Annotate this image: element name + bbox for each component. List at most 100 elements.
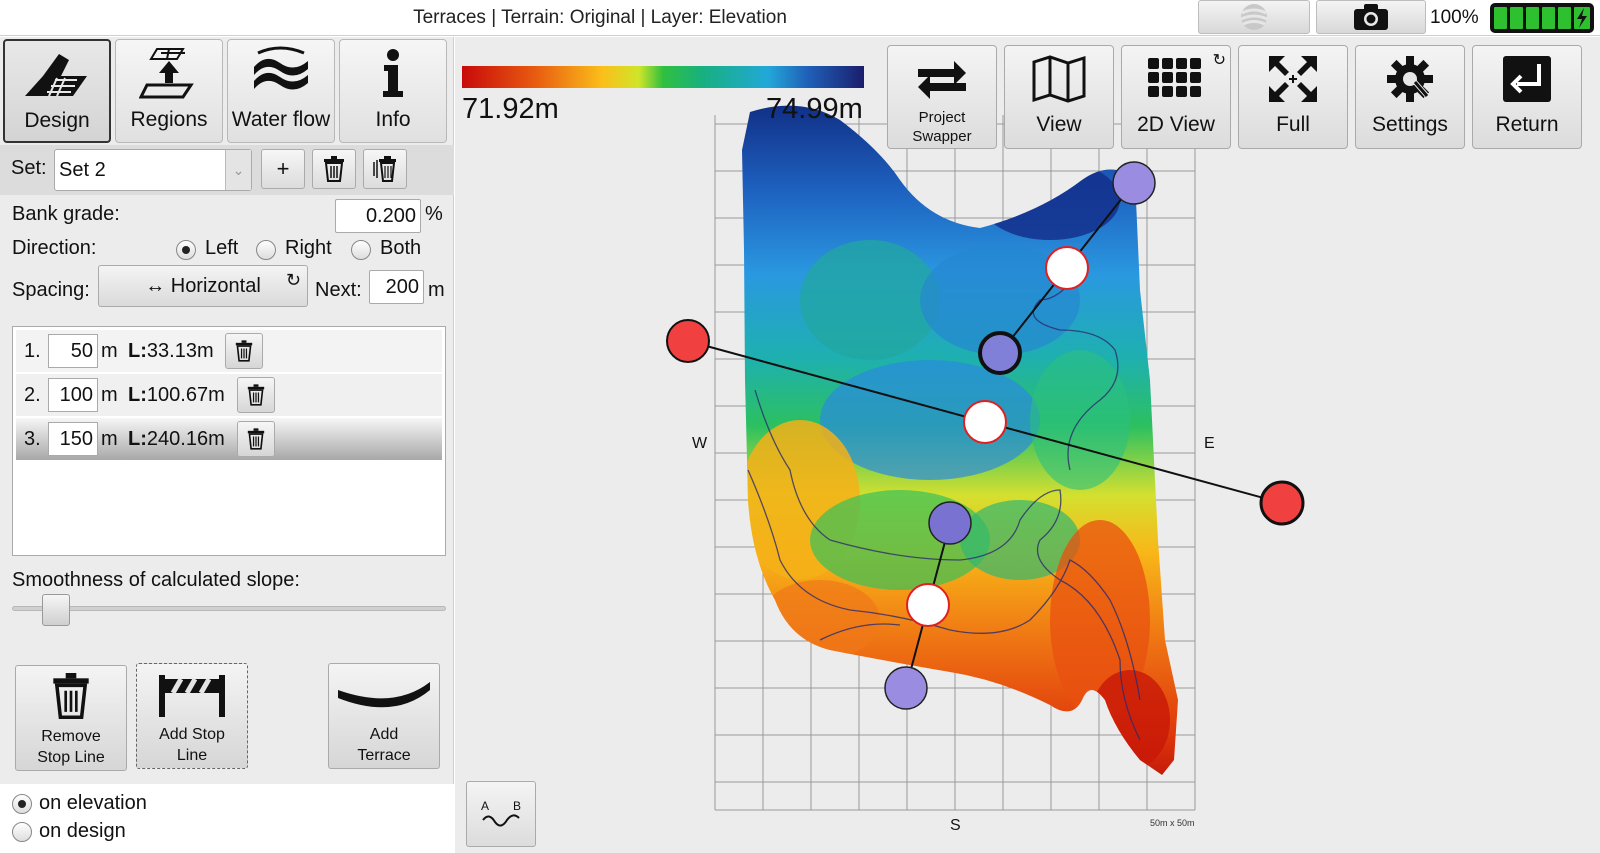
trash-icon xyxy=(235,340,253,362)
terrace-lines-list: 1. 50 m L:33.13m 2. 100 m L:100.67m 3. 1… xyxy=(12,326,446,556)
elevation-surface xyxy=(742,105,1178,776)
line-2-end-handle[interactable] xyxy=(1259,480,1305,526)
next-label: Next: xyxy=(315,279,362,301)
scale-label: 50m x 50m xyxy=(1150,818,1195,828)
line-index: 3. xyxy=(24,428,41,450)
line-1-end-handle[interactable] xyxy=(1112,161,1156,205)
delete-all-sets-button[interactable] xyxy=(363,149,407,189)
line-length-label: L: xyxy=(128,340,147,362)
line-offset-input[interactable]: 100 xyxy=(48,378,98,412)
set-select[interactable]: Set 2 ⌄ xyxy=(54,149,252,191)
line-1-mid-handle[interactable] xyxy=(1045,246,1089,290)
line-offset-unit: m xyxy=(101,384,118,406)
direction-right-radio[interactable] xyxy=(256,240,276,260)
screenshot-button[interactable] xyxy=(1316,0,1426,34)
return-button[interactable]: Return xyxy=(1472,45,1582,149)
next-spacing-input[interactable]: 200 xyxy=(369,270,424,304)
line-1-start-handle[interactable] xyxy=(978,331,1022,375)
grid-refresh-icon: ↻ xyxy=(1122,46,1230,112)
chevron-down-icon: ⌄ xyxy=(225,150,251,190)
2d-view-label: 2D View xyxy=(1137,113,1215,136)
bank-grade-label: Bank grade: xyxy=(12,203,120,225)
line-length-value: 100.67m xyxy=(146,384,225,406)
spacing-mode-button[interactable]: ↔ Horizontal ↻ xyxy=(98,265,308,307)
profile-icon: A B xyxy=(481,799,521,827)
gear-wrench-icon xyxy=(1356,46,1464,112)
on-elevation-radio[interactable] xyxy=(12,794,32,814)
globe-icon xyxy=(1240,4,1268,30)
list-item[interactable]: 2. 100 m L:100.67m xyxy=(16,374,442,416)
ab-profile-button[interactable]: A B xyxy=(466,781,536,847)
delete-line-button[interactable] xyxy=(237,377,275,413)
bank-grade-input[interactable]: 0.200 xyxy=(335,199,421,233)
remove-stop-line-button[interactable]: Remove Stop Line xyxy=(15,665,127,771)
full-screen-button[interactable]: Full xyxy=(1238,45,1348,149)
on-design-radio[interactable] xyxy=(12,822,32,842)
bank-grade-unit: % xyxy=(425,203,443,225)
expand-icon xyxy=(1239,46,1347,112)
trash-icon xyxy=(324,156,344,182)
terrace-curve-icon xyxy=(329,664,439,724)
list-item[interactable]: 1. 50 m L:33.13m xyxy=(16,330,442,372)
smoothness-slider-track[interactable] xyxy=(12,606,446,611)
delete-set-button[interactable] xyxy=(312,149,356,189)
view-label: View xyxy=(1036,113,1082,136)
map-icon xyxy=(1005,46,1113,112)
battery-icon xyxy=(1490,3,1594,33)
spacing-mode-label: ↔ Horizontal xyxy=(145,275,261,297)
add-terrace-label: Add Terrace xyxy=(357,726,411,764)
set-select-value: Set 2 xyxy=(59,159,106,181)
project-swapper-label: Project Swapper xyxy=(912,109,972,145)
terrain-map[interactable]: W E S 50m x 50m xyxy=(455,37,1600,853)
regions-icon xyxy=(116,40,222,106)
line-offset-input[interactable]: 50 xyxy=(48,334,98,368)
add-terrace-button[interactable]: Add Terrace xyxy=(328,663,440,769)
project-swapper-button[interactable]: Project Swapper xyxy=(887,45,997,149)
line-3-end-handle[interactable] xyxy=(884,666,928,710)
tab-info[interactable]: Info xyxy=(339,39,447,143)
next-spacing-unit: m xyxy=(428,279,445,301)
settings-label: Settings xyxy=(1372,113,1448,136)
direction-left-label: Left xyxy=(205,237,239,259)
line-2-start-handle[interactable] xyxy=(666,319,710,363)
add-set-button[interactable]: + xyxy=(261,149,305,189)
line-index: 1. xyxy=(24,340,41,362)
return-label: Return xyxy=(1495,113,1559,136)
spacing-label: Spacing: xyxy=(12,279,90,301)
add-stop-line-button[interactable]: Add Stop Line xyxy=(136,663,248,769)
legend-max-value: 74.99m xyxy=(766,93,863,125)
set-row: Set: Set 2 ⌄ + xyxy=(0,145,454,195)
direction-both-radio[interactable] xyxy=(351,240,371,260)
smoothness-label: Smoothness of calculated slope: xyxy=(12,569,300,591)
surface-options: on elevation on design xyxy=(0,784,454,853)
tab-design[interactable]: Design xyxy=(3,39,111,143)
swap-arrows-icon xyxy=(888,46,996,112)
tab-regions[interactable]: Regions xyxy=(115,39,223,143)
delete-line-button[interactable] xyxy=(225,333,263,369)
line-offset-input[interactable]: 150 xyxy=(48,422,98,456)
direction-left-radio[interactable] xyxy=(176,240,196,260)
tab-info-label: Info xyxy=(375,108,411,131)
line-2-mid-handle[interactable] xyxy=(963,400,1007,444)
trash-icon xyxy=(247,428,265,450)
2d-view-button[interactable]: ↻ 2D View xyxy=(1121,45,1231,149)
legend-min-value: 71.92m xyxy=(462,93,559,125)
battery-percent: 100% xyxy=(1430,7,1479,28)
add-stop-line-label: Add Stop Line xyxy=(159,726,225,764)
tab-design-label: Design xyxy=(24,109,90,132)
compass-west: W xyxy=(692,435,708,452)
delete-line-button[interactable] xyxy=(237,421,275,457)
trash-icon xyxy=(247,384,265,406)
settings-button[interactable]: Settings xyxy=(1355,45,1465,149)
list-item-selected[interactable]: 3. 150 m L:240.16m xyxy=(16,418,442,460)
map-area[interactable]: W E S 50m x 50m 71.92m 74.99m Project Sw… xyxy=(455,37,1600,853)
camera-icon xyxy=(1354,4,1388,30)
view-button[interactable]: View xyxy=(1004,45,1114,149)
profile-b-label: B xyxy=(513,799,521,813)
tab-water-flow[interactable]: Water flow xyxy=(227,39,335,143)
line-3-mid-handle[interactable] xyxy=(906,583,950,627)
line-3-start-handle[interactable] xyxy=(928,501,972,545)
globe-button[interactable] xyxy=(1198,0,1310,34)
smoothness-slider-thumb[interactable] xyxy=(42,594,71,626)
tab-regions-label: Regions xyxy=(130,108,208,131)
